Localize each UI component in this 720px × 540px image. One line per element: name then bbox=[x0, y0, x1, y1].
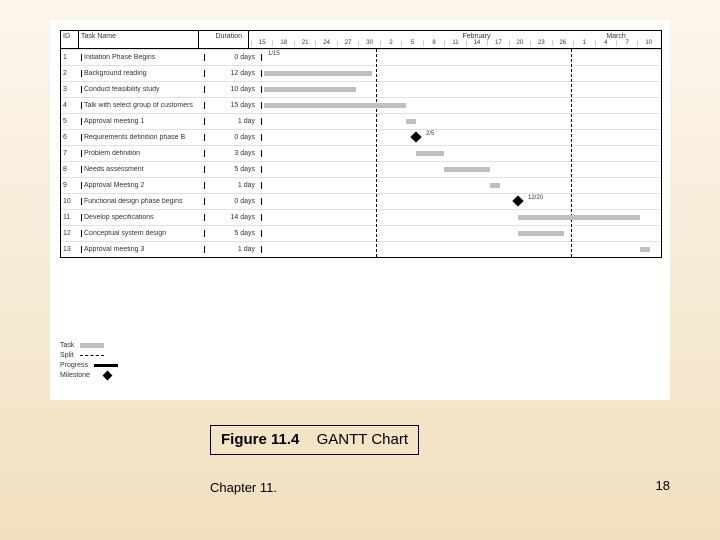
footer-chapter: Chapter 11. bbox=[210, 480, 277, 495]
task-bar bbox=[518, 231, 564, 236]
legend-split-icon bbox=[80, 355, 104, 356]
day-row: 15182124273025811141720232614710 bbox=[251, 40, 659, 46]
table-row: 6Requirements definition phase B0 days2/… bbox=[61, 129, 661, 145]
task-bar bbox=[640, 247, 650, 252]
figure-caption: Figure 11.4 GANTT Chart bbox=[210, 425, 419, 455]
table-row: 4Talk with select group of customers15 d… bbox=[61, 97, 661, 113]
caption-label: Figure 11.4 bbox=[221, 431, 299, 448]
task-bar bbox=[406, 119, 416, 124]
legend-progress: Progress bbox=[60, 360, 118, 370]
caption-title: GANTT Chart bbox=[317, 431, 408, 448]
table-row: 2Background reading12 days bbox=[61, 65, 661, 81]
col-id: ID bbox=[61, 31, 79, 48]
month-feb: February bbox=[380, 33, 573, 40]
gantt-header: ID Task Name Duration February March 151… bbox=[61, 31, 661, 49]
task-bar bbox=[264, 87, 356, 92]
milestone-label: 1/15 bbox=[268, 51, 280, 57]
legend-milestone-icon bbox=[103, 370, 113, 380]
milestone-icon bbox=[410, 131, 421, 142]
col-timeline: February March 1518212427302581114172023… bbox=[249, 31, 661, 48]
task-bar bbox=[490, 183, 500, 188]
month-row: February March bbox=[251, 33, 659, 40]
page-number: 18 bbox=[656, 478, 670, 493]
milestone-label: 12/20 bbox=[528, 195, 543, 201]
table-row: 5Approval meeting 11 day bbox=[61, 113, 661, 129]
table-row: 7Problem definition3 days bbox=[61, 145, 661, 161]
task-bar bbox=[264, 103, 406, 108]
col-duration: Duration bbox=[199, 31, 249, 48]
table-row: 1Initiation Phase Begins0 days1/15 bbox=[61, 49, 661, 65]
month-mar: March bbox=[573, 33, 659, 40]
legend: Task Split Progress Milestone bbox=[60, 340, 118, 380]
legend-task: Task bbox=[60, 340, 118, 350]
col-task: Task Name bbox=[79, 31, 199, 48]
legend-task-icon bbox=[80, 343, 104, 348]
table-row: 10Functional design phase begins0 days12… bbox=[61, 193, 661, 209]
legend-milestone: Milestone bbox=[60, 370, 118, 380]
table-row: 9Approval Meeting 21 day bbox=[61, 177, 661, 193]
task-bar bbox=[264, 71, 372, 76]
legend-progress-icon bbox=[94, 364, 118, 367]
milestone-label: 2/5 bbox=[426, 131, 434, 137]
table-row: 11Develop specifications14 days bbox=[61, 209, 661, 225]
task-bar bbox=[444, 167, 490, 172]
task-bar bbox=[518, 215, 640, 220]
chart-card: ID Task Name Duration February March 151… bbox=[50, 20, 670, 400]
gantt-body: 1Initiation Phase Begins0 days1/15 2Back… bbox=[61, 49, 661, 257]
table-row: 12Conceptual system design5 days bbox=[61, 225, 661, 241]
task-bar bbox=[416, 151, 444, 156]
table-row: 13Approval meeting 31 day bbox=[61, 241, 661, 257]
milestone-icon bbox=[512, 195, 523, 206]
legend-split: Split bbox=[60, 350, 118, 360]
table-row: 3Conduct feasibility study10 days bbox=[61, 81, 661, 97]
gantt-chart: ID Task Name Duration February March 151… bbox=[60, 30, 662, 258]
slide: ID Task Name Duration February March 151… bbox=[0, 0, 720, 540]
table-row: 8Needs assessment5 days bbox=[61, 161, 661, 177]
